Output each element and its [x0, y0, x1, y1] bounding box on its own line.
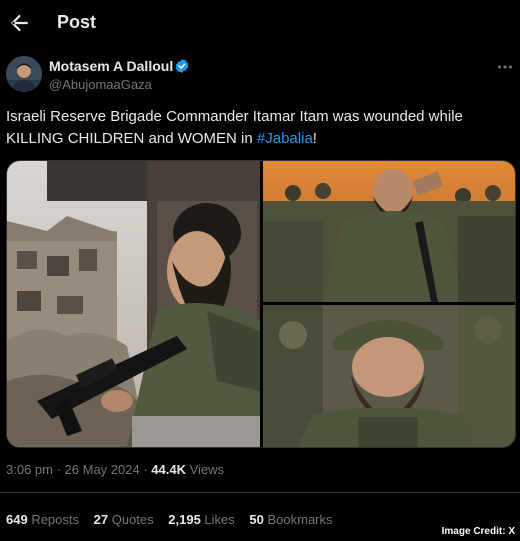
- media-photo-soldier-rifle[interactable]: [7, 161, 260, 447]
- avatar[interactable]: [6, 56, 42, 92]
- media-grid: [6, 160, 516, 448]
- bookmarks-label: Bookmarks: [263, 512, 333, 527]
- quotes-label: Quotes: [108, 512, 154, 527]
- tweet-meta: 3:06 pm · 26 May 2024 · 44.4K Views: [6, 462, 224, 477]
- author-handle[interactable]: @AbujomaaGaza: [49, 77, 152, 92]
- reposts-label: Reposts: [27, 512, 80, 527]
- tweet-time[interactable]: 3:06 pm: [6, 462, 53, 477]
- avatar-image: [6, 56, 42, 92]
- likes-stat[interactable]: 2,195 Likes: [168, 512, 235, 527]
- tweet-date[interactable]: 26 May 2024: [65, 462, 140, 477]
- tweet-text: Israeli Reserve Brigade Commander Itamar…: [6, 106, 512, 150]
- views-label: Views: [185, 462, 225, 477]
- arrow-left-icon: [10, 14, 28, 32]
- tweet-text-body: Israeli Reserve Brigade Commander Itamar…: [6, 108, 463, 147]
- engagement-stats: 649 Reposts 27 Quotes 2,195 Likes 50 Boo…: [6, 512, 344, 527]
- meta-separator-2: ·: [139, 462, 152, 477]
- bookmarks-stat[interactable]: 50 Bookmarks: [249, 512, 332, 527]
- reposts-count: 649: [6, 512, 28, 527]
- quotes-count: 27: [93, 512, 109, 527]
- likes-count: 2,195: [168, 512, 201, 527]
- verified-badge-icon: [174, 58, 190, 74]
- page-title: Post: [57, 12, 97, 32]
- tweet-text-end: !: [312, 130, 317, 147]
- reposts-stat[interactable]: 649 Reposts: [6, 512, 79, 527]
- views-count: 44.4K: [151, 462, 186, 477]
- bookmarks-count: 50: [249, 512, 264, 527]
- divider: [0, 492, 520, 493]
- more-options-button[interactable]: [496, 58, 514, 76]
- more-options-icon: [498, 65, 512, 69]
- quotes-stat[interactable]: 27 Quotes: [94, 512, 154, 527]
- image-credit: Image Credit: X: [441, 526, 515, 537]
- meta-separator: ·: [52, 462, 65, 477]
- media-photo-soldier-closeup[interactable]: [263, 305, 515, 447]
- hashtag-link[interactable]: #Jabalia: [257, 130, 313, 147]
- back-button[interactable]: [6, 10, 32, 36]
- likes-label: Likes: [200, 512, 235, 527]
- author-name[interactable]: Motasem A Dalloul: [49, 58, 173, 74]
- media-photo-soldiers-sunset[interactable]: [263, 161, 515, 302]
- top-bar: Post: [0, 0, 520, 46]
